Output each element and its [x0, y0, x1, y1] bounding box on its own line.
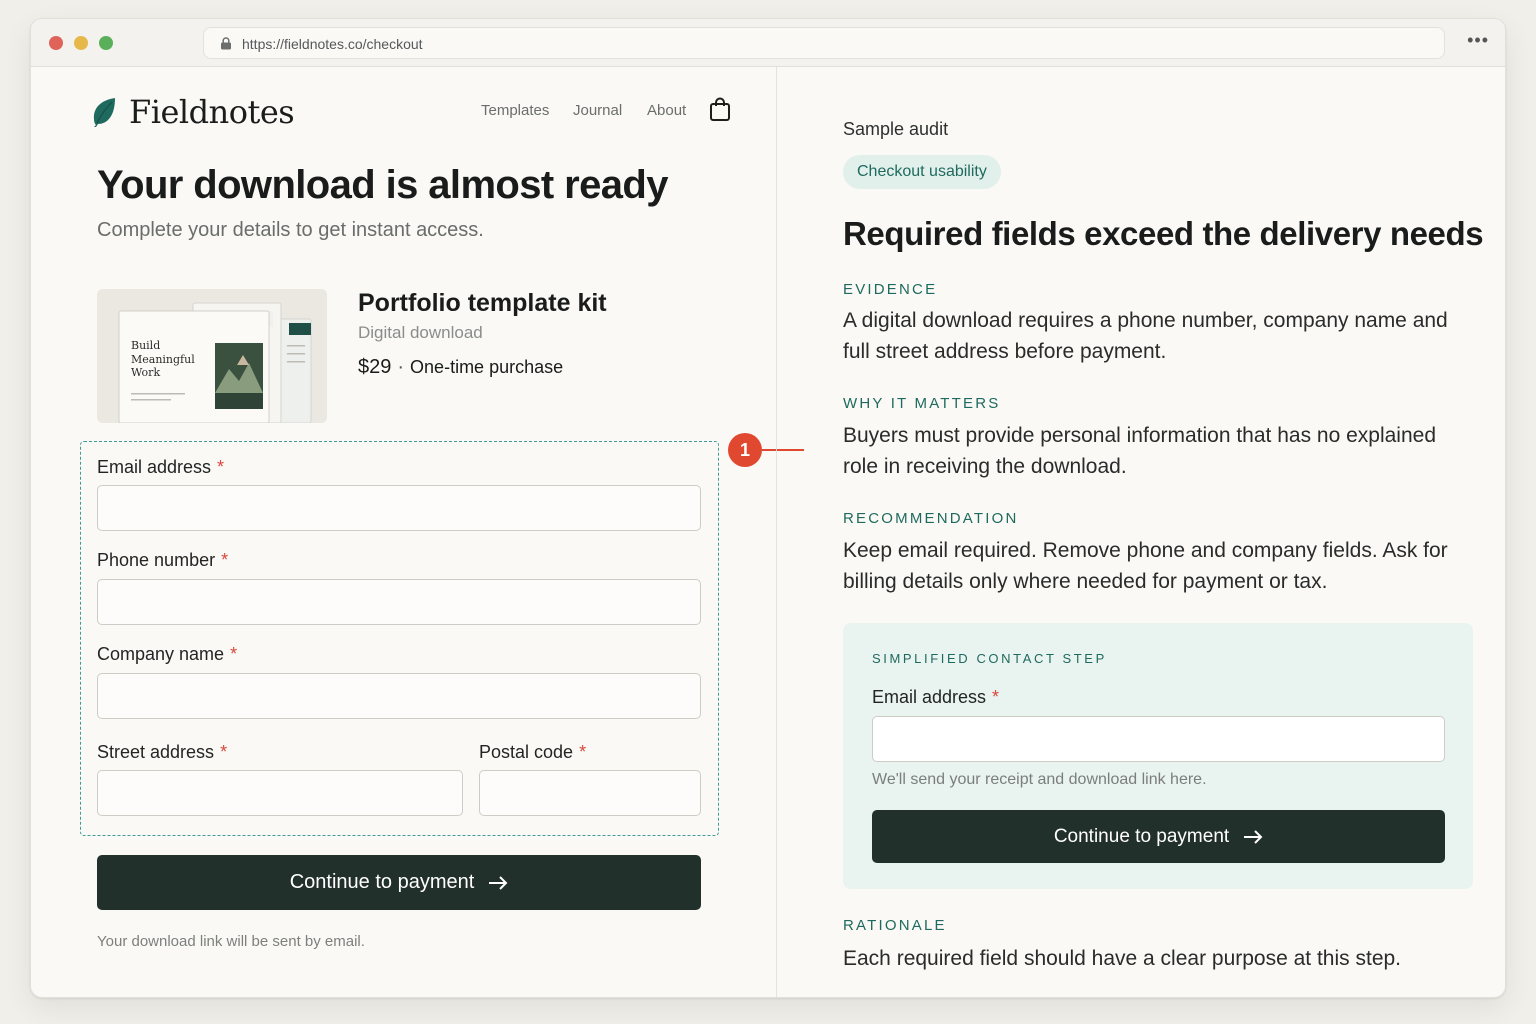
page-subtitle: Complete your details to get instant acc…: [97, 219, 484, 241]
phone-label: Phone number *: [97, 550, 228, 571]
brand-logo[interactable]: Fieldnotes: [129, 93, 295, 131]
required-marker: *: [230, 644, 238, 664]
product-mockup-text: Build Meaningful Work: [131, 339, 195, 379]
simplified-email-field[interactable]: [872, 716, 1445, 762]
simplified-email-label: Email address *: [872, 687, 999, 708]
lock-icon: [221, 37, 231, 50]
price-note: One-time purchase: [410, 357, 564, 377]
email-label: Email address *: [97, 457, 224, 478]
close-window-button[interactable]: [49, 36, 63, 50]
simplified-email-label-text: Email address: [872, 687, 987, 707]
arrow-right-icon: [1244, 829, 1263, 844]
phone-label-text: Phone number: [97, 550, 216, 570]
postal-label-text: Postal code: [479, 742, 574, 762]
email-field[interactable]: [97, 485, 701, 531]
minimize-window-button[interactable]: [74, 36, 88, 50]
evidence-text: A digital download requires a phone numb…: [843, 309, 1448, 363]
product-price: $29: [358, 356, 392, 378]
url-text: https://fieldnotes.co/checkout: [242, 36, 423, 52]
product-price-line: $29 · One-time purchase: [358, 356, 563, 379]
continue-button-label: Continue to payment: [289, 871, 475, 893]
recommendation-heading: RECOMMENDATION: [843, 510, 1019, 527]
simplified-continue-label: Continue to payment: [1053, 825, 1230, 847]
company-label: Company name *: [97, 644, 237, 665]
company-field[interactable]: [97, 673, 701, 719]
category-tag: Checkout usability: [843, 155, 1001, 189]
address-bar[interactable]: https://fieldnotes.co/checkout: [203, 27, 1445, 59]
price-separator: ·: [397, 356, 405, 378]
shopping-bag-icon[interactable]: [709, 97, 731, 121]
street-label-text: Street address: [97, 742, 215, 762]
product-image: Build Meaningful Work: [97, 289, 327, 423]
postal-label: Postal code *: [479, 742, 586, 763]
company-label-text: Company name: [97, 644, 225, 664]
simplified-heading: SIMPLIFIED CONTACT STEP: [872, 651, 1107, 666]
leaf-logo-icon: [93, 98, 115, 127]
continue-to-payment-button[interactable]: Continue to payment: [97, 855, 701, 910]
simplified-continue-button[interactable]: Continue to payment: [872, 810, 1445, 863]
audit-panel: Sample audit Checkout usability Required…: [777, 67, 1505, 997]
street-label: Street address *: [97, 742, 227, 763]
nav-journal-link[interactable]: Journal: [573, 102, 622, 119]
email-label-text: Email address: [97, 457, 212, 477]
nav-templates-link[interactable]: Templates: [481, 102, 549, 119]
nav-about-link[interactable]: About: [647, 102, 686, 119]
rationale-text: Each required field should have a clear …: [843, 947, 1402, 970]
why-heading: WHY IT MATTERS: [843, 395, 1001, 412]
street-field[interactable]: [97, 770, 463, 816]
annotation-marker: 1: [728, 433, 762, 467]
evidence-heading: EVIDENCE: [843, 281, 938, 298]
why-text: Buyers must provide personal information…: [843, 424, 1437, 478]
required-marker: *: [992, 687, 1000, 707]
simplified-help-text: We'll send your receipt and download lin…: [872, 771, 1207, 788]
phone-field[interactable]: [97, 579, 701, 625]
issue-title: Required fields exceed the delivery need…: [843, 215, 1484, 252]
simplified-contact-card: SIMPLIFIED CONTACT STEP Email address * W…: [843, 623, 1473, 889]
arrow-right-icon: [489, 875, 508, 890]
browser-window: https://fieldnotes.co/checkout ••• Field…: [30, 18, 1506, 998]
checkout-page: Fieldnotes Templates Journal About Your …: [31, 67, 804, 997]
more-menu-icon[interactable]: •••: [1467, 31, 1489, 49]
maximize-window-button[interactable]: [99, 36, 113, 50]
required-marker: *: [217, 457, 225, 477]
required-marker: *: [220, 742, 228, 762]
product-title: Portfolio template kit: [358, 289, 607, 317]
browser-toolbar: https://fieldnotes.co/checkout •••: [31, 19, 1505, 67]
delivery-note: Your download link will be sent by email…: [97, 933, 365, 950]
rationale-heading: RATIONALE: [843, 917, 947, 934]
product-type: Digital download: [358, 323, 483, 342]
postal-code-field[interactable]: [479, 770, 701, 816]
page-title: Your download is almost ready: [97, 163, 668, 207]
recommendation-text: Keep email required. Remove phone and co…: [843, 539, 1448, 593]
required-marker: *: [221, 550, 229, 570]
required-marker: *: [579, 742, 587, 762]
audit-label: Sample audit: [843, 119, 949, 139]
